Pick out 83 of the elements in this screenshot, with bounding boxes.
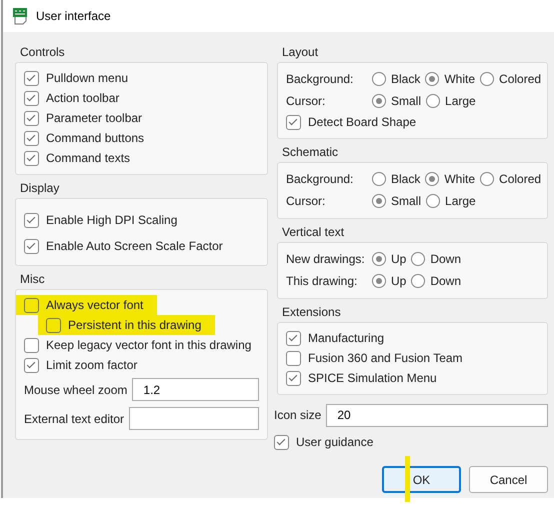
group-title: Display — [19, 180, 60, 197]
radio-button[interactable] — [372, 72, 386, 86]
radio-button[interactable] — [372, 252, 386, 266]
checkbox[interactable] — [286, 114, 301, 130]
radio-button[interactable] — [480, 172, 494, 186]
checkbox-label: Fusion 360 and Fusion Team — [308, 351, 463, 365]
checkbox[interactable] — [24, 130, 39, 146]
field-label: This drawing: — [286, 274, 358, 288]
radio-label: Up — [391, 252, 406, 266]
radio-label: Black — [391, 72, 420, 86]
radio-label: Black — [391, 172, 420, 186]
radio-label: White — [444, 72, 476, 86]
checkbox[interactable] — [274, 434, 289, 450]
checkbox[interactable] — [24, 70, 39, 86]
checkbox-label: Always vector font — [46, 298, 144, 312]
checkbox[interactable] — [24, 238, 39, 254]
checkbox[interactable] — [24, 298, 39, 312]
radio-button[interactable] — [372, 94, 386, 108]
input-field[interactable]: 1.2 — [132, 378, 259, 401]
field-label: Cursor: — [286, 194, 326, 208]
checkbox-label: Persistent in this drawing — [68, 318, 202, 332]
checkbox-label: Pulldown menu — [46, 71, 128, 85]
field-label: Cursor: — [286, 94, 326, 108]
dialog-button[interactable]: OK — [382, 466, 461, 493]
checkbox-label: Command buttons — [46, 131, 144, 145]
checkbox-label: SPICE Simulation Menu — [308, 371, 437, 385]
checkbox[interactable] — [286, 350, 301, 366]
checkbox[interactable] — [24, 212, 39, 228]
checkbox-label: Action toolbar — [46, 91, 120, 105]
field-label: Icon size — [274, 408, 322, 422]
radio-button[interactable] — [372, 274, 386, 288]
checkbox[interactable] — [286, 330, 301, 346]
field-label: External text editor — [24, 412, 124, 426]
radio-label: Down — [430, 252, 462, 266]
checkbox-label: Parameter toolbar — [46, 111, 142, 125]
radio-button[interactable] — [425, 72, 440, 86]
radio-label: Small — [391, 194, 422, 208]
field-label: New drawings: — [286, 252, 366, 266]
group-title: Layout — [281, 44, 320, 61]
radio-label: Small — [391, 94, 422, 108]
field-label: Mouse wheel zoom — [24, 382, 128, 396]
checkbox-label: Keep legacy vector font in this drawing — [46, 338, 252, 352]
group-title: Misc — [19, 271, 46, 288]
checkbox[interactable] — [24, 110, 39, 126]
checkbox-label: Detect Board Shape — [308, 115, 416, 129]
checkbox[interactable] — [24, 358, 39, 372]
checkbox[interactable] — [24, 150, 39, 166]
radio-button[interactable] — [411, 274, 426, 288]
radio-button[interactable] — [372, 172, 386, 186]
checkbox-label: User guidance — [296, 435, 374, 449]
radio-label: Colored — [499, 172, 542, 186]
group-title: Schematic — [281, 144, 340, 161]
radio-label: Large — [445, 194, 476, 208]
radio-button[interactable] — [425, 172, 440, 186]
radio-label: Up — [391, 274, 406, 288]
field-label: Background: — [286, 172, 354, 186]
radio-label: Large — [445, 94, 476, 108]
checkbox-label: Manufacturing — [308, 331, 384, 345]
radio-button[interactable] — [372, 194, 386, 208]
checkbox-label: Enable High DPI Scaling — [46, 213, 178, 227]
radio-label: Colored — [499, 72, 542, 86]
checkbox-label: Command texts — [46, 151, 130, 165]
checkbox[interactable] — [24, 338, 39, 352]
checkbox-label: Limit zoom factor — [46, 358, 138, 372]
radio-button[interactable] — [426, 94, 440, 108]
input-field[interactable] — [129, 407, 259, 430]
checkbox[interactable] — [286, 370, 301, 386]
radio-button[interactable] — [411, 252, 426, 266]
window-title: User interface — [36, 9, 111, 23]
field-label: Background: — [286, 72, 354, 86]
checkbox-label: Enable Auto Screen Scale Factor — [46, 239, 223, 253]
checkbox[interactable] — [24, 90, 39, 106]
input-field[interactable]: 20 — [326, 404, 548, 426]
checkbox[interactable] — [46, 318, 61, 332]
group-title: Extensions — [281, 304, 342, 321]
dialog-button[interactable]: Cancel — [469, 466, 548, 493]
radio-label: White — [444, 172, 476, 186]
radio-button[interactable] — [426, 194, 440, 208]
app-icon — [12, 7, 28, 25]
group-title: Controls — [19, 44, 66, 61]
radio-label: Down — [430, 274, 462, 288]
radio-button[interactable] — [480, 72, 494, 86]
group-title: Vertical text — [281, 224, 346, 241]
